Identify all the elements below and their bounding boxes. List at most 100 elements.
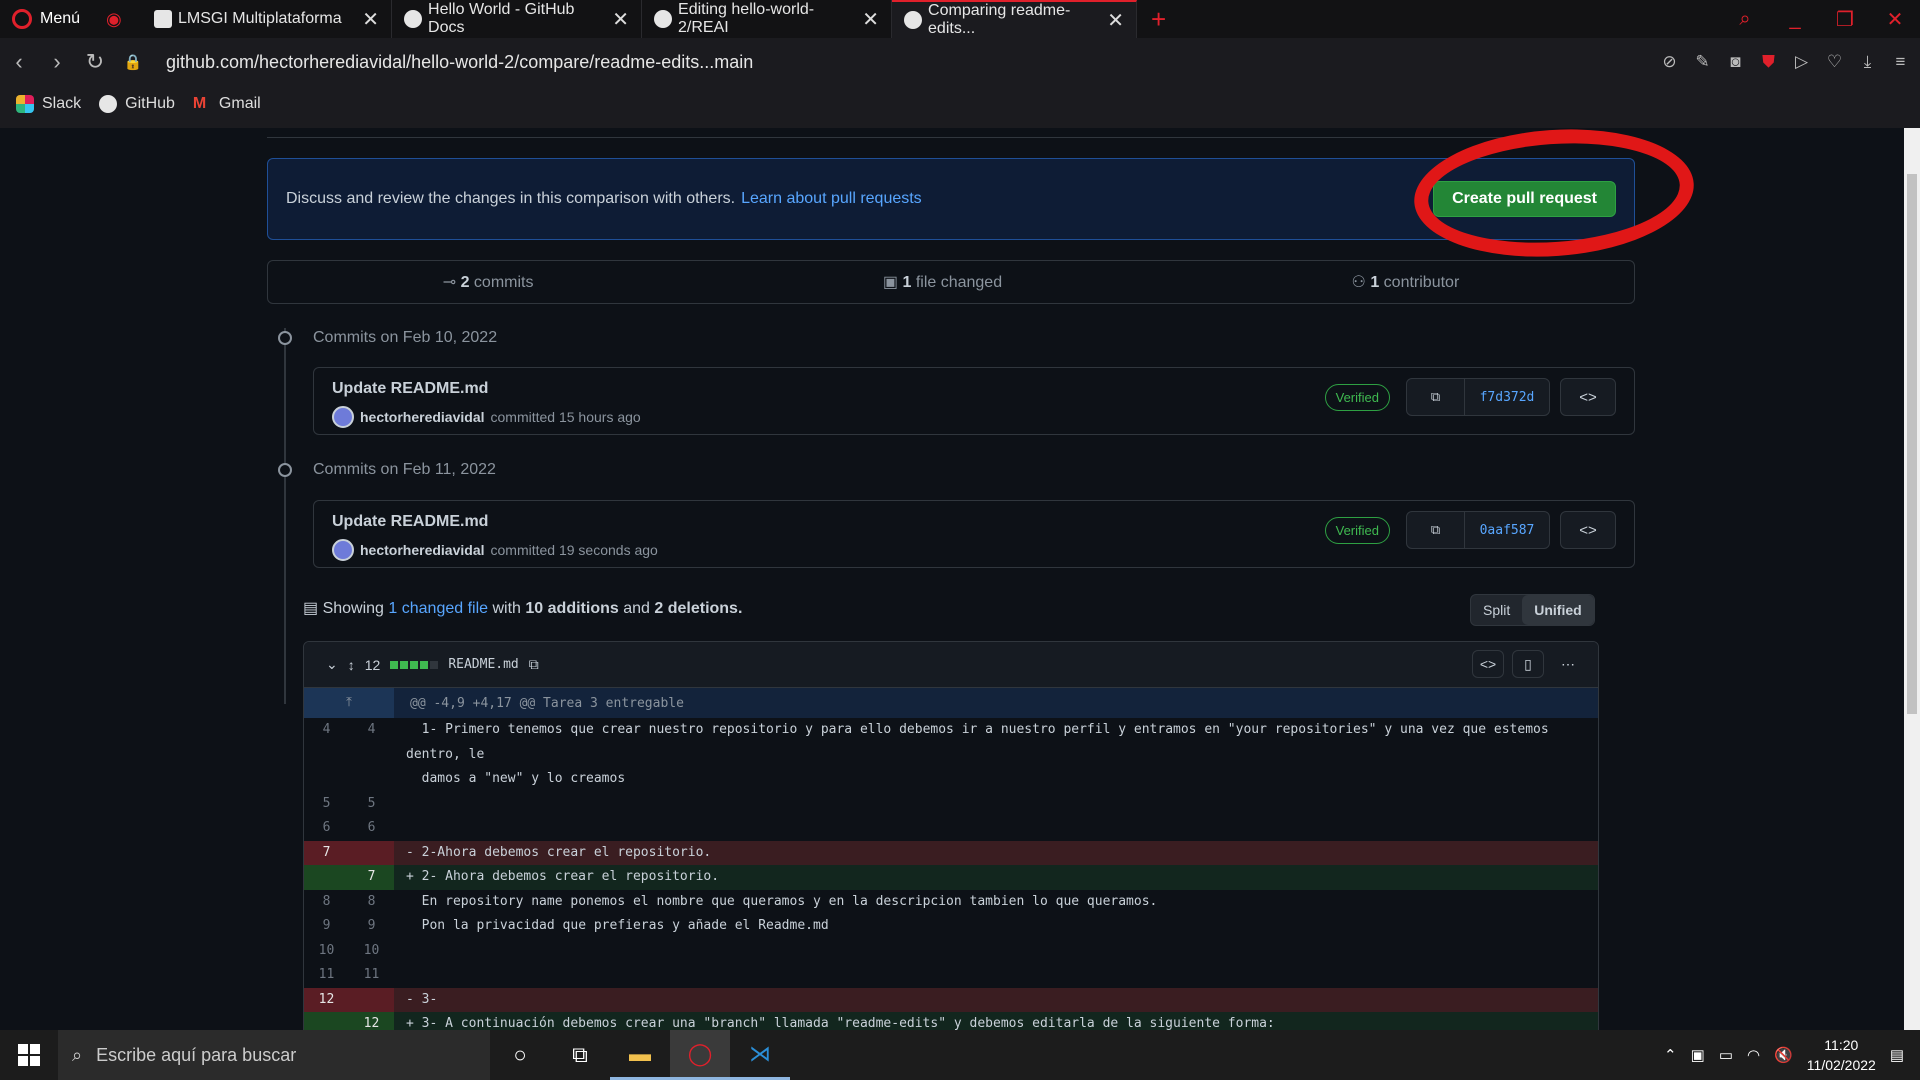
chevron-up-icon[interactable]: ⌃ — [1664, 1046, 1677, 1064]
close-window-icon[interactable]: ✕ — [1870, 7, 1920, 32]
restore-icon[interactable]: ❐ — [1820, 7, 1870, 32]
chevron-down-icon[interactable]: ⌄ — [326, 656, 338, 673]
lens-icon[interactable]: ⊘ — [1660, 52, 1679, 72]
verified-badge[interactable]: Verified — [1324, 517, 1390, 544]
download-icon[interactable]: ⤓ — [1858, 52, 1877, 72]
unified-view-button[interactable]: Unified — [1522, 595, 1594, 625]
url-field[interactable]: github.com/hectorherediavidal/hello-worl… — [166, 52, 753, 73]
wifi-icon[interactable]: ◠ — [1747, 1046, 1760, 1064]
taskbar-search[interactable]: ⌕ Escribe aquí para buscar — [58, 1030, 490, 1080]
meet-icon[interactable]: ▣ — [1691, 1046, 1705, 1064]
send-icon[interactable]: ▷ — [1792, 52, 1811, 72]
split-view-button[interactable]: Split — [1471, 595, 1522, 625]
gamepad-icon[interactable]: ◉ — [106, 10, 128, 28]
new-line-number[interactable]: 8 — [349, 890, 394, 915]
browse-code-icon[interactable]: <> — [1560, 511, 1616, 549]
commit-title[interactable]: Update README.md — [332, 513, 488, 531]
edit-icon[interactable]: ✎ — [1693, 52, 1712, 72]
commit-sha[interactable]: f7d372d — [1465, 379, 1549, 415]
code-view-icon[interactable]: <> — [1472, 650, 1504, 678]
expand-up-icon[interactable]: ⤒ — [304, 688, 394, 718]
new-line-number[interactable]: 11 — [349, 963, 394, 988]
bookmark-gmail[interactable]: M Gmail — [193, 95, 261, 113]
avatar[interactable] — [332, 539, 354, 561]
expand-icon[interactable]: ↕ — [348, 657, 355, 673]
file-explorer-icon[interactable]: ▬ — [610, 1030, 670, 1080]
old-line-number[interactable]: 4 — [304, 718, 349, 792]
verified-badge[interactable]: Verified — [1324, 384, 1390, 411]
vscode-icon[interactable]: ⋊ — [730, 1030, 790, 1080]
new-line-number[interactable]: 5 — [349, 792, 394, 817]
bookmark-slack[interactable]: Slack — [16, 95, 81, 113]
old-line-number[interactable] — [304, 865, 349, 890]
commit-author[interactable]: hectorherediavidal — [360, 409, 485, 425]
copy-icon[interactable]: ⧉ — [1407, 379, 1465, 415]
back-icon[interactable]: ‹ — [0, 49, 38, 75]
new-line-number[interactable] — [349, 840, 394, 865]
commit-title[interactable]: Update README.md — [332, 380, 488, 398]
scrollbar-thumb[interactable] — [1907, 174, 1917, 714]
close-icon[interactable]: ✕ — [602, 7, 629, 32]
new-line-number[interactable]: 7 — [349, 865, 394, 890]
bookmark-github[interactable]: GitHub — [99, 95, 175, 113]
old-line-number[interactable]: 12 — [304, 987, 349, 1012]
opera-icon[interactable]: ◯ — [670, 1030, 730, 1080]
tab-editing-readme[interactable]: Editing hello-world-2/REAI ✕ — [642, 0, 893, 38]
camera-icon[interactable]: ◙ — [1726, 52, 1745, 72]
new-line-number[interactable]: 12 — [349, 1012, 394, 1030]
battery-icon[interactable]: ▭ — [1719, 1046, 1733, 1064]
task-view-icon[interactable]: ⧉ — [550, 1030, 610, 1080]
file-name[interactable]: README.md — [448, 657, 518, 672]
new-line-number[interactable]: 4 — [349, 718, 394, 792]
contributors-stat[interactable]: ⚇ 1 contributor — [1352, 272, 1460, 292]
new-line-number[interactable]: 6 — [349, 816, 394, 841]
commit-sha[interactable]: 0aaf587 — [1465, 512, 1549, 548]
old-line-number[interactable] — [304, 1012, 349, 1030]
diff-line: 44 1- Primero tenemos que crear nuestro … — [304, 718, 1598, 792]
search-tabs-icon[interactable]: ⌕ — [1720, 8, 1770, 31]
mute-icon[interactable]: 🔇 — [1774, 1046, 1793, 1064]
heart-icon[interactable]: ♡ — [1825, 52, 1844, 72]
notifications-icon[interactable]: ▤ — [1890, 1046, 1904, 1064]
tab-comparing[interactable]: Comparing readme-edits... ✕ — [892, 0, 1138, 38]
file-view-icon[interactable]: ▯ — [1512, 650, 1544, 678]
commit-author[interactable]: hectorherediavidal — [360, 542, 485, 558]
old-line-number[interactable]: 5 — [304, 792, 349, 817]
start-button[interactable] — [0, 1044, 58, 1066]
new-line-number[interactable] — [349, 987, 394, 1012]
old-line-number[interactable]: 6 — [304, 816, 349, 841]
close-icon[interactable]: ✕ — [352, 7, 379, 32]
clock[interactable]: 11:20 11/02/2022 — [1807, 1035, 1876, 1075]
copy-icon[interactable]: ⧉ — [1407, 512, 1465, 548]
browse-code-icon[interactable]: <> — [1560, 378, 1616, 416]
reload-icon[interactable]: ↻ — [76, 49, 114, 75]
copy-path-icon[interactable]: ⧉ — [529, 656, 539, 673]
old-line-number[interactable]: 11 — [304, 963, 349, 988]
settings-icon[interactable]: ≡ — [1891, 52, 1910, 72]
more-options-icon[interactable]: ⋯ — [1552, 650, 1584, 678]
commits-stat[interactable]: ⊸ 2 commits — [443, 272, 534, 292]
avatar[interactable] — [332, 406, 354, 428]
new-tab-icon[interactable]: + — [1151, 4, 1166, 35]
close-icon[interactable]: ✕ — [852, 7, 879, 32]
minimize-icon[interactable]: _ — [1770, 8, 1820, 31]
new-line-number[interactable]: 9 — [349, 914, 394, 939]
old-line-number[interactable]: 7 — [304, 840, 349, 865]
tab-hello-world-docs[interactable]: Hello World - GitHub Docs ✕ — [392, 0, 643, 38]
compare-stats: ⊸ 2 commits ▣ 1 file changed ⚇ 1 contrib… — [267, 260, 1635, 304]
close-icon[interactable]: ✕ — [1097, 8, 1124, 33]
cortana-icon[interactable]: ○ — [490, 1030, 550, 1080]
new-line-number[interactable]: 10 — [349, 939, 394, 964]
shield-icon[interactable]: ⛊ — [1759, 52, 1778, 72]
old-line-number[interactable]: 10 — [304, 939, 349, 964]
search-icon: ⌕ — [72, 1044, 83, 1065]
changed-file-link[interactable]: 1 changed file — [388, 600, 488, 617]
page-scrollbar[interactable] — [1904, 128, 1920, 1030]
files-stat[interactable]: ▣ 1 file changed — [883, 272, 1002, 292]
old-line-number[interactable]: 8 — [304, 890, 349, 915]
learn-pr-link[interactable]: Learn about pull requests — [741, 190, 922, 208]
opera-menu-button[interactable]: Menú — [0, 0, 92, 38]
tab-lmsgi[interactable]: LMSGI Multiplataforma ✕ — [142, 0, 393, 38]
old-line-number[interactable]: 9 — [304, 914, 349, 939]
forward-icon[interactable]: › — [38, 49, 76, 75]
